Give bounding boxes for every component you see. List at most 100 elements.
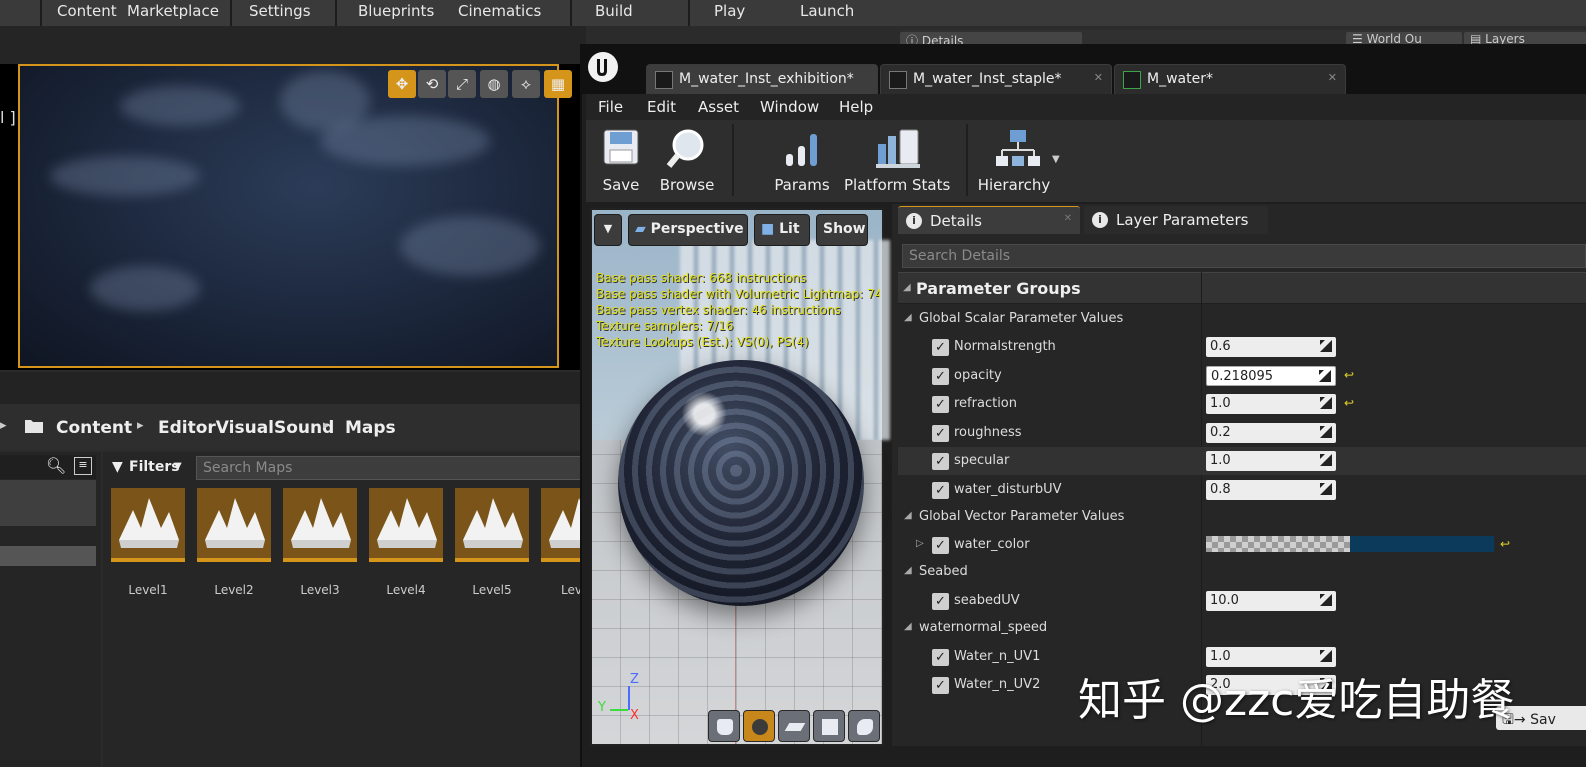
menu-asset[interactable]: Asset [698,98,739,116]
drag-handle-icon[interactable] [1320,397,1332,409]
scalar-value-field[interactable]: 1.0 [1206,451,1336,471]
toolbar-marketplace-button[interactable]: Marketplace [127,2,219,20]
collapse-arrow-icon[interactable]: ◢ [904,510,912,521]
translate-tool-icon[interactable]: ✥ [388,70,416,98]
sources-selected-folder[interactable] [0,480,96,526]
breadcrumb-maps[interactable]: Maps [345,418,396,438]
map-thumbnail-level4[interactable] [369,488,443,562]
search-maps-input[interactable]: Search Maps [196,456,586,480]
cylinder-mesh-button[interactable] [708,710,740,742]
collapse-arrow-icon[interactable]: ◢ [903,282,911,293]
search-icon[interactable]: 🔍︎ [46,456,66,475]
show-button[interactable]: Show [816,214,868,246]
drag-handle-icon[interactable] [1320,483,1332,495]
override-checkbox[interactable]: ✓ [932,537,949,554]
sources-search[interactable]: 🔍︎ ≡ [0,455,96,479]
breadcrumb-arrow-icon[interactable]: ▸ [137,418,144,433]
toolbar-settings-button[interactable]: Settings [249,2,311,20]
plane-mesh-button[interactable] [778,710,810,742]
tab-m-water-inst-staple[interactable]: M_water_Inst_staple* ✕ [880,64,1112,94]
menu-file[interactable]: File [598,98,623,116]
breadcrumb-content[interactable]: Content [56,418,132,438]
toolbar-build-button[interactable]: Build [595,2,633,20]
close-icon[interactable]: ✕ [1328,71,1337,84]
map-thumbnail-level5[interactable] [455,488,529,562]
toolbar-play-button[interactable]: Play [714,2,745,20]
view-options-icon[interactable]: ≡ [74,457,92,475]
drag-handle-icon[interactable] [1320,594,1332,606]
override-checkbox[interactable]: ✓ [932,453,949,470]
override-checkbox[interactable]: ✓ [932,368,949,385]
scalar-value-field[interactable]: 10.0 [1206,591,1336,611]
expand-arrow-icon[interactable]: ▷ [916,538,924,549]
override-checkbox[interactable]: ✓ [932,425,949,442]
override-checkbox[interactable]: ✓ [932,649,949,666]
sources-folder-row[interactable] [0,546,96,566]
menu-window[interactable]: Window [760,98,819,116]
search-details-input[interactable]: Search Details [902,244,1586,268]
drag-handle-icon[interactable] [1320,650,1332,662]
lit-button[interactable]: ■ Lit [754,214,810,246]
toolbar-cinematics-button[interactable]: Cinematics [458,2,541,20]
cube-mesh-button[interactable] [813,710,845,742]
filters-button[interactable]: ▼ Filters ▼ [108,456,190,480]
hierarchy-button[interactable]: ▼ Hierarchy [978,126,1064,200]
menu-help[interactable]: Help [839,98,873,116]
grid-snap-icon[interactable]: ▦ [544,70,572,98]
map-thumbnail-level3[interactable] [283,488,357,562]
parameter-groups-header[interactable]: ◢ Parameter Groups [898,272,1586,304]
reset-to-default-icon[interactable]: ↩ [1500,537,1510,551]
map-thumbnail-level2[interactable] [197,488,271,562]
world-space-icon[interactable]: ◍ [480,70,508,98]
chevron-down-icon[interactable]: ▼ [1052,154,1060,165]
group-global-scalar[interactable]: ◢ Global Scalar Parameter Values [898,306,1586,332]
scalar-value-field[interactable]: 0.218095 [1206,366,1336,386]
map-thumbnail-level6[interactable] [541,488,580,562]
save-button[interactable]: Save [596,126,646,200]
group-waternormal-speed[interactable]: ◢ waternormal_speed [898,615,1586,641]
override-checkbox[interactable]: ✓ [932,339,949,356]
reset-to-default-icon[interactable]: ↩ [1344,396,1354,410]
scalar-value-field[interactable]: 0.2 [1206,423,1336,443]
surface-snap-icon[interactable]: ⟡ [512,70,540,98]
color-swatch[interactable] [1206,536,1494,552]
browse-button[interactable]: Browse [656,126,718,200]
custom-mesh-button[interactable] [848,710,880,742]
tab-details[interactable]: i Details ✕ [898,206,1080,234]
drag-handle-icon[interactable] [1319,370,1331,382]
toolbar-blueprints-button[interactable]: Blueprints [358,2,434,20]
history-arrow-icon[interactable]: ▸ [0,418,7,433]
override-checkbox[interactable]: ✓ [932,482,949,499]
rotate-tool-icon[interactable]: ⟲ [418,70,446,98]
perspective-button[interactable]: ▰ Perspective [628,214,748,246]
tab-layer-parameters[interactable]: i Layer Parameters [1084,206,1268,234]
drag-handle-icon[interactable] [1320,340,1332,352]
override-checkbox[interactable]: ✓ [932,593,949,610]
scalar-value-field[interactable]: 0.8 [1206,480,1336,500]
scale-tool-icon[interactable]: ⤢ [448,70,476,98]
toolbar-content-button[interactable]: Content [57,2,117,20]
sphere-mesh-button[interactable] [743,710,775,742]
reset-to-default-icon[interactable]: ↩ [1344,368,1354,382]
drag-handle-icon[interactable] [1320,426,1332,438]
collapse-arrow-icon[interactable]: ◢ [904,621,912,632]
group-seabed[interactable]: ◢ Seabed [898,559,1586,585]
collapse-arrow-icon[interactable]: ◢ [904,565,912,576]
override-checkbox[interactable]: ✓ [932,677,949,694]
drag-handle-icon[interactable] [1320,454,1332,466]
breadcrumb-editorvisualsound[interactable]: EditorVisualSound [158,418,334,438]
close-icon[interactable]: ✕ [1064,213,1072,224]
scalar-value-field[interactable]: 1.0 [1206,394,1336,414]
collapse-arrow-icon[interactable]: ◢ [904,312,912,323]
close-icon[interactable]: ✕ [1094,71,1103,84]
override-checkbox[interactable]: ✓ [932,396,949,413]
viewport-render[interactable] [18,64,559,368]
tab-m-water[interactable]: M_water* ✕ [1114,64,1346,94]
platform-stats-button[interactable]: Platform Stats [844,126,950,200]
group-global-vector[interactable]: ◢ Global Vector Parameter Values [898,504,1586,530]
scalar-value-field[interactable]: 0.6 [1206,337,1336,357]
tab-m-water-inst-exhibition[interactable]: M_water_Inst_exhibition* [646,64,878,94]
menu-edit[interactable]: Edit [647,98,676,116]
breadcrumb-arrow-icon[interactable]: ▸ [323,418,330,433]
map-thumbnail-level1[interactable] [111,488,185,562]
